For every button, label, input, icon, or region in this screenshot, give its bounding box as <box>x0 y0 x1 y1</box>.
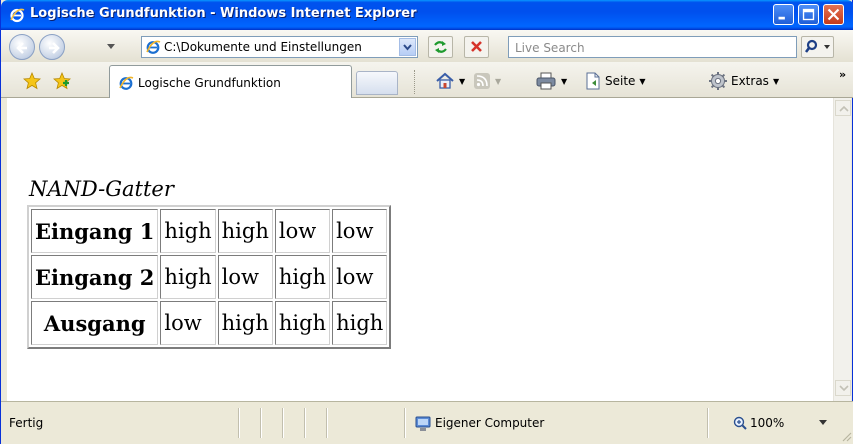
maximize-icon <box>802 8 815 21</box>
recent-pages-dropdown-icon[interactable] <box>107 44 115 50</box>
more-commands-chevron-icon[interactable]: » <box>839 68 846 81</box>
tab-command-bar: Logische Grundfunktion ▼ ▼ ▼ Seite ▼ Ext… <box>1 62 853 98</box>
minimize-icon <box>778 16 785 20</box>
feeds-button[interactable]: ▼ <box>473 70 501 92</box>
row-label: Eingang 1 <box>31 209 159 253</box>
table-cell: high <box>160 255 216 299</box>
table-cell: low <box>160 301 216 345</box>
status-text: Fertig <box>9 416 44 430</box>
gate-caption: NAND-Gatter <box>29 177 174 201</box>
home-button[interactable]: ▼ <box>435 70 465 92</box>
print-dropdown-icon[interactable]: ▼ <box>561 77 567 86</box>
status-divider <box>404 408 406 438</box>
address-field[interactable]: C:\Dokumente und Einstellungen <box>141 36 418 58</box>
status-bar: Fertig Eigener Computer 100% <box>1 401 853 444</box>
table-cell: low <box>332 209 388 253</box>
status-divider <box>304 408 306 438</box>
refresh-button[interactable] <box>428 36 453 58</box>
close-button[interactable] <box>823 4 844 25</box>
home-dropdown-icon[interactable]: ▼ <box>459 77 465 86</box>
back-arrow-icon <box>16 42 27 54</box>
page-menu-button[interactable]: Seite ▼ <box>584 70 646 92</box>
table-cell: high <box>160 209 216 253</box>
window-title: Logische Grundfunktion - Windows Interne… <box>30 6 417 21</box>
vertical-scrollbar[interactable] <box>833 98 851 401</box>
stop-icon <box>471 41 482 52</box>
tab-logische-grundfunktion[interactable]: Logische Grundfunktion <box>109 65 352 98</box>
home-icon <box>436 72 454 89</box>
feeds-dropdown-icon[interactable]: ▼ <box>495 77 501 86</box>
truth-table: Eingang 1 high high low low Eingang 2 hi… <box>27 205 392 349</box>
tools-dropdown-icon: ▼ <box>772 76 780 86</box>
scroll-up-button[interactable] <box>835 100 851 116</box>
rss-feed-icon <box>474 73 490 89</box>
zoom-level[interactable]: 100% <box>750 416 784 430</box>
table-row: Eingang 2 high low high low <box>31 255 388 299</box>
toolbar-separator <box>414 70 416 94</box>
zoom-icon[interactable] <box>732 415 748 431</box>
internet-explorer-icon <box>10 8 25 23</box>
table-cell: high <box>217 209 273 253</box>
table-cell: high <box>332 301 388 345</box>
table-cell: low <box>274 209 331 253</box>
status-divider <box>238 408 240 438</box>
address-url: C:\Dokumente und Einstellungen <box>164 40 362 54</box>
zoom-dropdown-icon[interactable] <box>819 420 827 425</box>
print-button[interactable]: ▼ <box>535 70 567 92</box>
maximize-button[interactable] <box>798 4 819 25</box>
search-button[interactable] <box>801 36 834 58</box>
add-favorites-icon[interactable] <box>53 72 71 90</box>
search-icon <box>804 39 830 53</box>
search-field[interactable]: Live Search <box>508 36 797 58</box>
table-cell: low <box>332 255 388 299</box>
forward-arrow-icon <box>49 42 60 54</box>
row-label: Eingang 2 <box>31 255 159 299</box>
favorites-star-icon[interactable] <box>23 72 41 90</box>
status-divider <box>707 408 709 438</box>
tab-label: Logische Grundfunktion <box>138 76 281 90</box>
address-dropdown-button[interactable] <box>399 38 416 56</box>
tools-menu-label: Extras <box>731 74 769 88</box>
status-divider <box>260 408 262 438</box>
row-label: Ausgang <box>31 301 159 345</box>
status-divider <box>326 408 328 438</box>
minimize-button[interactable] <box>773 4 794 25</box>
page-dropdown-icon: ▼ <box>639 76 646 86</box>
internet-explorer-icon <box>119 76 134 90</box>
gear-icon <box>709 72 727 90</box>
search-placeholder: Live Search <box>515 41 585 55</box>
chevron-down-icon <box>403 44 412 51</box>
table-row: Ausgang low high high high <box>31 301 388 345</box>
table-row: Eingang 1 high high low low <box>31 209 388 253</box>
internet-explorer-icon <box>146 40 161 54</box>
status-divider <box>282 408 284 438</box>
tools-menu-button[interactable]: Extras ▼ <box>708 70 779 92</box>
page-menu-label: Seite <box>605 74 636 88</box>
table-cell: high <box>274 301 331 345</box>
scroll-down-button[interactable] <box>835 380 851 396</box>
address-toolbar: C:\Dokumente und Einstellungen Live Sear… <box>1 30 853 62</box>
title-bar[interactable]: Logische Grundfunktion - Windows Interne… <box>1 0 853 30</box>
close-icon <box>827 8 840 21</box>
new-tab-button[interactable] <box>356 71 398 95</box>
security-zone-text: Eigener Computer <box>435 416 545 430</box>
refresh-icon <box>434 41 447 53</box>
table-cell: low <box>217 255 273 299</box>
computer-zone-icon <box>415 416 431 431</box>
table-cell: high <box>274 255 331 299</box>
resize-grip-icon[interactable] <box>840 430 852 442</box>
page-icon <box>586 72 600 90</box>
arrow-up-icon <box>839 105 849 112</box>
page-content: NAND-Gatter Eingang 1 high high low low … <box>7 98 833 401</box>
stop-button[interactable] <box>464 36 489 58</box>
printer-icon <box>536 72 556 90</box>
back-button[interactable] <box>9 34 35 60</box>
browser-window: Logische Grundfunktion - Windows Interne… <box>0 0 853 444</box>
forward-button[interactable] <box>39 34 65 60</box>
table-cell: high <box>217 301 273 345</box>
arrow-down-icon <box>839 385 849 392</box>
